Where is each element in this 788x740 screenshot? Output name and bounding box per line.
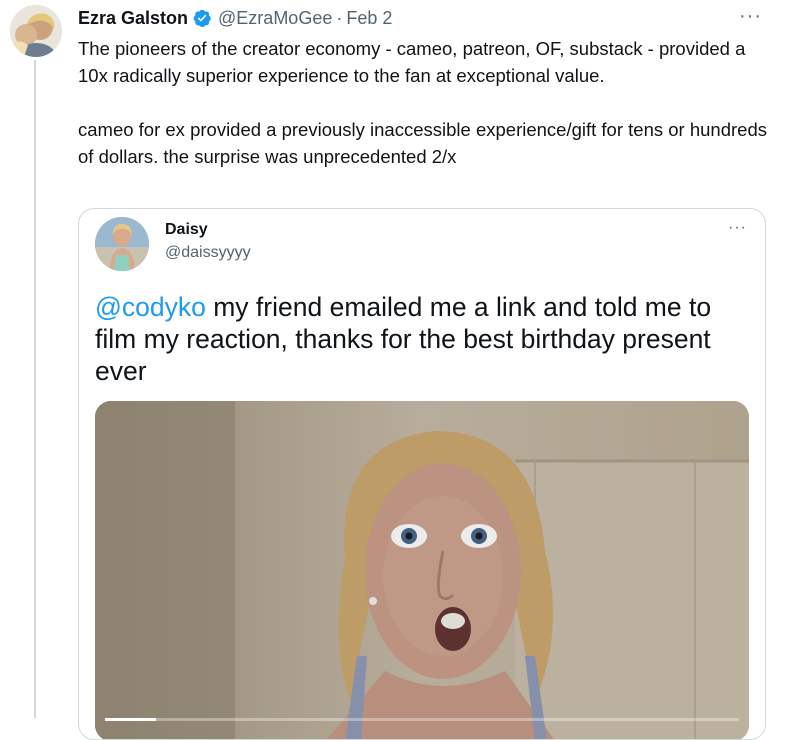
video-progress-fill: [105, 718, 156, 721]
separator-dot: ·: [336, 7, 343, 28]
verified-badge-icon: [192, 8, 212, 28]
author-handle[interactable]: @EzraMoGee: [218, 8, 332, 29]
tweet-paragraph: The pioneers of the creator economy - ca…: [78, 38, 746, 86]
video-progress-bar[interactable]: [105, 718, 739, 721]
quoted-author-handle[interactable]: @daissyyyy: [165, 244, 251, 262]
more-options-icon[interactable]: ···: [739, 5, 762, 28]
tweet-body: The pioneers of the creator economy - ca…: [78, 35, 770, 170]
quoted-tweet-text: @codyko my friend emailed me a link and …: [95, 291, 755, 387]
video-frame: [95, 401, 749, 739]
mention-link[interactable]: @codyko: [95, 292, 206, 322]
author-avatar[interactable]: [10, 5, 62, 57]
quoted-author-name[interactable]: Daisy: [165, 221, 208, 239]
tweet-date[interactable]: Feb 2: [346, 8, 392, 29]
tweet-paragraph: cameo for ex provided a previously inacc…: [78, 119, 767, 167]
video-player[interactable]: [95, 401, 749, 739]
author-name[interactable]: Ezra Galston: [78, 8, 188, 29]
thread-connector-line: [34, 60, 36, 718]
quoted-more-options-icon[interactable]: ···: [728, 219, 747, 237]
quoted-author-avatar[interactable]: [95, 217, 149, 271]
quoted-tweet-card[interactable]: Daisy @daissyyyy ··· @codyko my friend e…: [78, 208, 766, 740]
tweet-header: Ezra Galston @EzraMoGee · Feb 2: [78, 6, 392, 30]
